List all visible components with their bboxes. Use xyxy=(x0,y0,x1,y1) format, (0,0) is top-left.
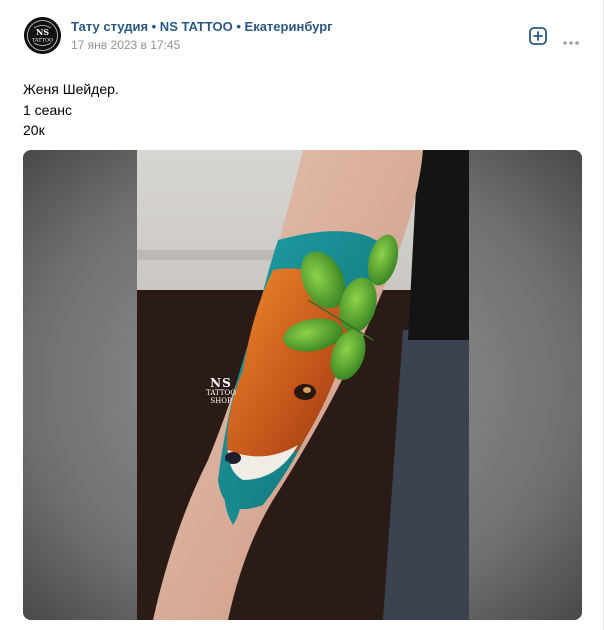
post-text-line: Женя Шейдер. xyxy=(23,81,119,97)
plus-square-icon xyxy=(529,27,547,45)
avatar[interactable]: NS TATTOO xyxy=(24,17,61,54)
watermark-bottom: SHOP xyxy=(210,397,232,405)
post-text-line: 1 сеанс xyxy=(23,101,72,118)
post-date-link[interactable]: 17 янв 2023 в 17:45 xyxy=(71,38,180,52)
post-text: Женя Шейдер. 1 сеанс 20к xyxy=(23,79,119,141)
more-options-button[interactable] xyxy=(562,33,580,45)
watermark-middle: TATTOO xyxy=(206,389,236,397)
author-name-link[interactable]: Тату студия • NS TATTOO • Екатеринбург xyxy=(71,19,333,34)
avatar-logo-bottom: TATTOO xyxy=(32,38,53,44)
post-card: NS TATTOO Тату студия • NS TATTOO • Екат… xyxy=(0,0,604,630)
watermark-top: NS xyxy=(210,376,232,390)
avatar-logo-top: NS xyxy=(36,27,49,37)
photo-watermark: NS TATTOO SHOP xyxy=(198,377,244,405)
post-photo[interactable]: NS TATTOO SHOP xyxy=(23,150,582,620)
ns-tattoo-logo-icon: NS TATTOO xyxy=(24,17,61,54)
tattoo-photo-image xyxy=(23,150,582,620)
add-post-button[interactable] xyxy=(529,27,547,45)
more-horizontal-icon xyxy=(563,41,579,45)
post-text-line: 20к xyxy=(23,122,45,138)
